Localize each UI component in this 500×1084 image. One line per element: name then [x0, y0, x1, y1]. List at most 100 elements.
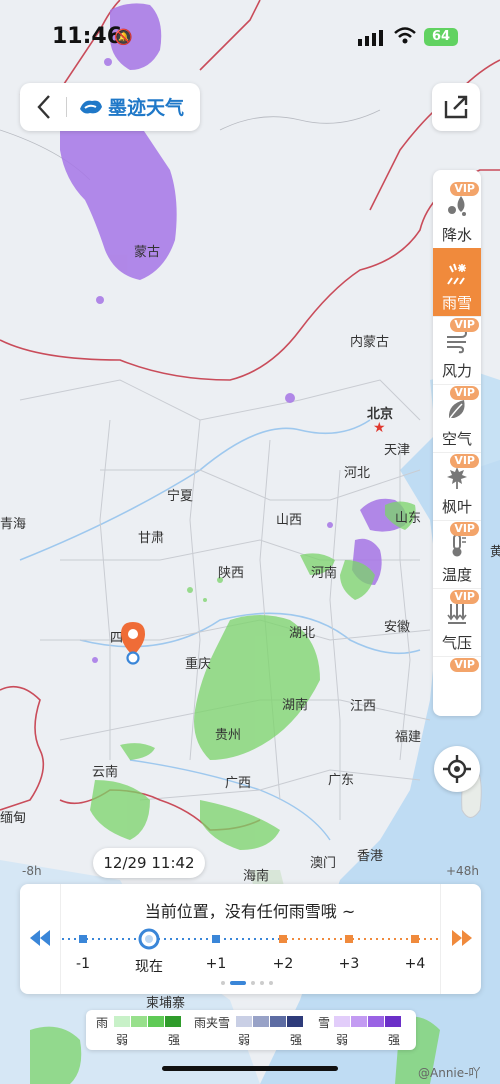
legend-swatch-rain — [131, 1016, 147, 1027]
legend-weak-label: 弱 — [116, 1033, 129, 1047]
label-chongqing: 重庆 — [185, 657, 212, 672]
vip-badge: VIP — [450, 590, 479, 604]
layer-selector: 降水 VIP 雨雪风力 VIP 空气 VIP 枫叶 VIP 温度 VIP 气压 VIP VIP — [433, 170, 481, 716]
layer-air[interactable]: 空气 VIP — [433, 384, 481, 453]
legend-swatch-snow — [385, 1016, 401, 1027]
current-time-badge: 12/29 11:42 — [93, 848, 205, 878]
layer-label: 空气 — [441, 430, 472, 448]
label-gansu: 甘肃 — [138, 531, 165, 546]
legend-swatch-snow — [334, 1016, 350, 1027]
timeline-message: 当前位置，没有任何雨雪哦 ~ — [144, 902, 356, 921]
timeline-tick[interactable]: +4 — [390, 956, 440, 972]
layer-foliage[interactable]: 枫叶 VIP — [433, 452, 481, 521]
divider — [66, 97, 67, 117]
timeline-tick[interactable]: 现在 — [124, 956, 174, 976]
label-jiangxi: 江西 — [350, 699, 377, 714]
timeline-tick[interactable]: -1 — [58, 956, 108, 972]
brand-name: 墨迹天气 — [108, 97, 185, 119]
legend-swatch-sleet — [270, 1016, 286, 1027]
status-bar: 11:46 🔕 64 — [0, 0, 500, 70]
rewind-button[interactable] — [28, 928, 52, 948]
legend-strong-label: 强 — [388, 1033, 401, 1047]
timeline-tick[interactable]: +3 — [324, 956, 374, 972]
top-nav-bar: 墨迹天气 — [20, 83, 200, 131]
label-hunan: 湖南 — [282, 698, 309, 713]
legend-snow-label: 雪 — [318, 1016, 331, 1030]
label-myanmar: 缅甸 — [0, 811, 27, 826]
vip-badge: VIP — [450, 182, 479, 196]
timeline-panel: 当前位置，没有任何雨雪哦 ~ -1 现在 +1 +2 +3 +4 — [20, 884, 481, 994]
timeline-slider[interactable] — [60, 926, 440, 952]
label-hebei: 河北 — [344, 466, 371, 481]
layer-wind[interactable]: 风力 VIP — [433, 316, 481, 385]
bell-muted-icon: 🔕 — [114, 28, 133, 46]
status-time: 11:46 — [52, 24, 123, 49]
back-arrow-icon[interactable] — [34, 93, 54, 121]
legend-strong-label: 强 — [168, 1033, 181, 1047]
vip-badge: VIP — [450, 454, 479, 468]
label-fujian: 福建 — [395, 730, 422, 745]
layer-label: 雨雪 — [441, 294, 472, 312]
my-location-button[interactable] — [434, 746, 480, 792]
timeline-tick[interactable]: +2 — [258, 956, 308, 972]
legend-swatch-snow — [368, 1016, 384, 1027]
layer-more[interactable]: VIP — [433, 656, 481, 716]
legend-rain-label: 雨 — [96, 1016, 109, 1030]
vip-badge: VIP — [450, 386, 479, 400]
share-button[interactable] — [432, 83, 480, 131]
timezone-right-label: +48h — [446, 864, 479, 878]
label-yunnan: 云南 — [92, 765, 119, 780]
vip-badge: VIP — [450, 318, 479, 332]
label-henan: 河南 — [311, 566, 338, 581]
watermark: @Annie-吖 — [418, 1066, 481, 1080]
label-guangxi: 广西 — [225, 776, 252, 791]
layer-label: 温度 — [441, 566, 472, 584]
label-tianjin: 天津 — [384, 443, 411, 458]
label-inner-mongolia: 内蒙古 — [350, 335, 390, 350]
location-pin-icon[interactable] — [118, 620, 148, 668]
legend-swatch-snow — [351, 1016, 367, 1027]
fast-forward-button[interactable] — [450, 928, 474, 948]
layer-label: 枫叶 — [441, 498, 472, 516]
legend-swatch-rain — [165, 1016, 181, 1027]
layer-label: 降水 — [441, 226, 472, 244]
layer-label: 风力 — [441, 362, 472, 380]
timeline-tick[interactable]: +1 — [191, 956, 241, 972]
label-cambodia: 柬埔寨 — [146, 996, 186, 1011]
timezone-left-label: -8h — [22, 864, 42, 878]
precipitation-legend: 雨 雨夹雪 雪 弱 强 弱 强 弱 强 — [86, 1010, 416, 1050]
legend-weak-label: 弱 — [336, 1033, 349, 1047]
label-shandong: 山东 — [395, 511, 422, 526]
label-qinghai: 青海 — [0, 517, 27, 532]
share-icon — [444, 95, 468, 119]
page-indicator — [221, 981, 273, 985]
rain-snow-icon — [447, 263, 466, 285]
legend-swatch-rain — [148, 1016, 164, 1027]
divider — [440, 884, 441, 994]
layer-temp[interactable]: 温度 VIP — [433, 520, 481, 589]
layer-rain-snow[interactable]: 雨雪 — [433, 248, 481, 317]
legend-swatch-rain — [114, 1016, 130, 1027]
wifi-icon — [394, 27, 416, 44]
vip-badge: VIP — [450, 658, 479, 672]
vip-badge: VIP — [450, 522, 479, 536]
cellular-signal-icon — [358, 30, 383, 46]
legend-swatch-sleet — [253, 1016, 269, 1027]
label-hainan: 海南 — [243, 869, 270, 884]
layer-precip[interactable]: 降水 VIP — [433, 180, 481, 249]
label-anhui: 安徽 — [384, 620, 411, 635]
crosshair-icon — [443, 755, 471, 783]
legend-strong-label: 强 — [290, 1033, 303, 1047]
battery-indicator: 64 — [424, 28, 458, 46]
legend-weak-label: 弱 — [238, 1033, 251, 1047]
legend-sleet-label: 雨夹雪 — [194, 1016, 231, 1030]
label-hubei: 湖北 — [289, 626, 316, 641]
label-guangdong: 广东 — [328, 773, 355, 788]
layer-pressure[interactable]: 气压 VIP — [433, 588, 481, 657]
label-shaanxi: 陕西 — [218, 566, 245, 581]
label-shanxi: 山西 — [276, 513, 303, 528]
moji-logo-icon — [80, 100, 102, 114]
label-mongolia: 蒙古 — [134, 245, 161, 260]
label-macau: 澳门 — [310, 856, 337, 871]
layer-label: 气压 — [441, 634, 472, 652]
